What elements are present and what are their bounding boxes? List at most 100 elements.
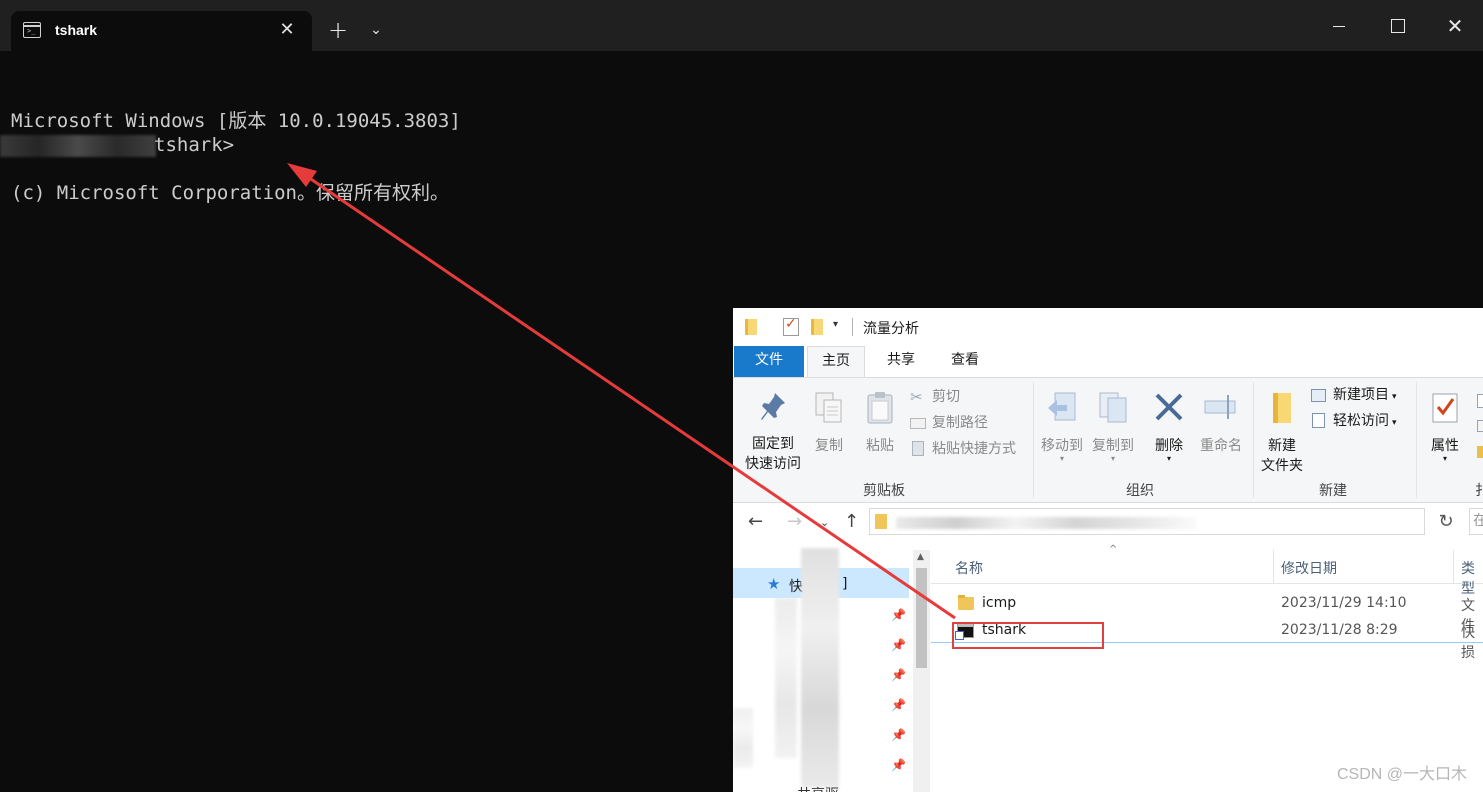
easy-access-icon [1312,413,1325,428]
terminal-prompt: tshark> [0,133,234,229]
paste-shortcut-label: 粘贴快捷方式 [932,441,1016,457]
column-divider[interactable] [1273,550,1274,584]
address-row: ← → ⌄ ↑ ⌄ [733,505,1483,541]
folder-icon [958,595,974,610]
properties-check-icon[interactable] [783,316,799,336]
new-folder-label-1: 新建 [1268,438,1296,454]
paste-label: 粘贴 [866,438,894,454]
group-divider [1416,382,1417,498]
rename-button[interactable]: 重命名 [1195,390,1247,456]
pin-label-2: 快速访问 [745,456,801,472]
pin-icon[interactable]: 📌 [891,608,906,622]
minimize-button[interactable] [1327,13,1353,39]
file-row-icmp[interactable]: icmp 2023/11/29 14:10 文件 [931,591,1483,634]
column-date[interactable]: 修改日期 [1281,558,1337,578]
terminal-line-version: Microsoft Windows [版本 10.0.19045.3803] [11,110,461,132]
back-arrow-icon[interactable]: ← [748,511,763,532]
scroll-up-icon[interactable]: ▲ [917,552,924,562]
customize-dropdown-icon[interactable]: ▾ [833,319,838,330]
scroll-thumb[interactable] [916,568,927,668]
terminal-tab-title: tshark [55,22,98,38]
new-folder-button[interactable]: 新建 文件夹 [1256,390,1308,476]
delete-button[interactable]: 删除 ▾ [1147,390,1191,463]
tab-home[interactable]: 主页 [807,346,865,378]
column-divider[interactable] [1453,550,1454,584]
pin-icon[interactable]: 📌 [891,728,906,742]
chevron-down-icon[interactable]: ⌄ [366,22,386,42]
up-arrow-icon[interactable]: ↑ [844,511,859,532]
file-date: 2023/11/28 8:29 [1281,622,1398,638]
easy-access-label: 轻松访问 [1333,413,1389,429]
address-bar[interactable]: ⌄ [869,508,1425,535]
pin-icon[interactable]: 📌 [891,638,906,652]
properties-dropdown-icon: ▾ [1442,454,1447,463]
new-item-icon [1311,389,1326,402]
redacted-nav-icons [775,598,797,758]
refresh-icon[interactable]: ↻ [1435,511,1457,535]
copy-to-icon [1099,392,1127,423]
column-name[interactable]: 名称 [955,558,983,578]
recent-locations-chevron-icon[interactable]: ⌄ [820,516,829,529]
paste-shortcut-icon [912,441,924,456]
cut-button[interactable]: ✂ 剪切 [910,388,960,406]
file-name: icmp [982,595,1017,611]
tab-file[interactable]: 文件 [734,346,804,377]
properties-icon [1432,393,1458,423]
copy-path-button[interactable]: 复制路径 [910,414,988,432]
search-box[interactable]: 在 [1469,508,1483,535]
easy-access-button[interactable]: 轻松访问 ▾ [1311,412,1397,432]
folder-icon [875,514,887,529]
new-group-label: 新建 [1319,483,1347,499]
close-tab-icon[interactable]: ✕ [277,20,297,40]
nav-scrollbar[interactable]: ▲ [913,550,930,792]
pin-quick-access-button[interactable]: 固定到 快速访问 [741,390,805,474]
open-group-label: 扌 [1475,483,1483,499]
copy-button[interactable]: 复制 [811,390,847,456]
delete-dropdown-icon: ▾ [1166,454,1171,463]
sort-ascending-icon: ^ [1109,544,1118,555]
group-divider [1033,382,1034,498]
open-icon[interactable] [1477,394,1483,408]
new-item-button[interactable]: 新建项目 ▾ [1311,386,1397,406]
terminal-line-copyright: (c) Microsoft Corporation。保留所有权利。 [11,182,449,204]
window-title: 流量分析 [863,321,919,337]
new-folder-label-2: 文件夹 [1261,458,1303,474]
rename-label: 重命名 [1200,438,1242,454]
copy-path-icon [910,418,926,429]
delete-label: 删除 [1155,438,1183,454]
copy-label: 复制 [815,438,843,454]
terminal-output[interactable]: Microsoft Windows [版本 10.0.19045.3803] (… [0,61,461,253]
new-folder-icon [1273,393,1291,423]
nav-item-partial[interactable]: 共享驱 [797,784,839,792]
delete-x-icon [1155,393,1183,421]
easy-access-dropdown-icon: ▾ [1392,418,1397,428]
redacted-nav-items [801,548,839,788]
tab-share[interactable]: 共享 [873,346,929,377]
paste-shortcut-button[interactable]: 粘贴快捷方式 [910,440,1016,458]
pin-icon[interactable]: 📌 [891,758,906,772]
move-to-label: 移动到 [1041,438,1083,454]
ribbon-home: 固定到 快速访问 复制 粘贴 ✂ 剪切 复制路径 粘贴快捷方式 剪贴板 移动到 … [733,377,1483,503]
tab-view[interactable]: 查看 [935,346,995,377]
new-item-dropdown-icon: ▾ [1392,392,1397,402]
prompt-text: tshark> [154,134,235,156]
close-window-button[interactable]: ✕ [1442,13,1468,39]
move-to-button[interactable]: 移动到 ▾ [1038,390,1086,463]
forward-arrow-icon[interactable]: → [787,511,802,532]
new-tab-button[interactable]: + [326,18,350,43]
properties-button[interactable]: 属性 ▾ [1423,390,1467,463]
terminal-tab[interactable]: >_ tshark ✕ [11,11,312,51]
maximize-button[interactable] [1385,13,1411,39]
organize-group-label: 组织 [1126,483,1154,499]
paste-button[interactable]: 粘贴 [861,390,899,456]
scissors-icon: ✂ [910,388,923,406]
edit-icon[interactable] [1477,420,1483,432]
copy-to-button[interactable]: 复制到 ▾ [1089,390,1137,463]
new-folder-icon[interactable] [811,319,823,335]
redacted-nav-edge [733,708,753,768]
pin-icon[interactable]: 📌 [891,668,906,682]
pin-icon[interactable]: 📌 [891,698,906,712]
rename-icon [1204,395,1236,419]
nav-quick-access-label-tail: ] [842,576,848,592]
history-icon[interactable] [1477,446,1483,458]
